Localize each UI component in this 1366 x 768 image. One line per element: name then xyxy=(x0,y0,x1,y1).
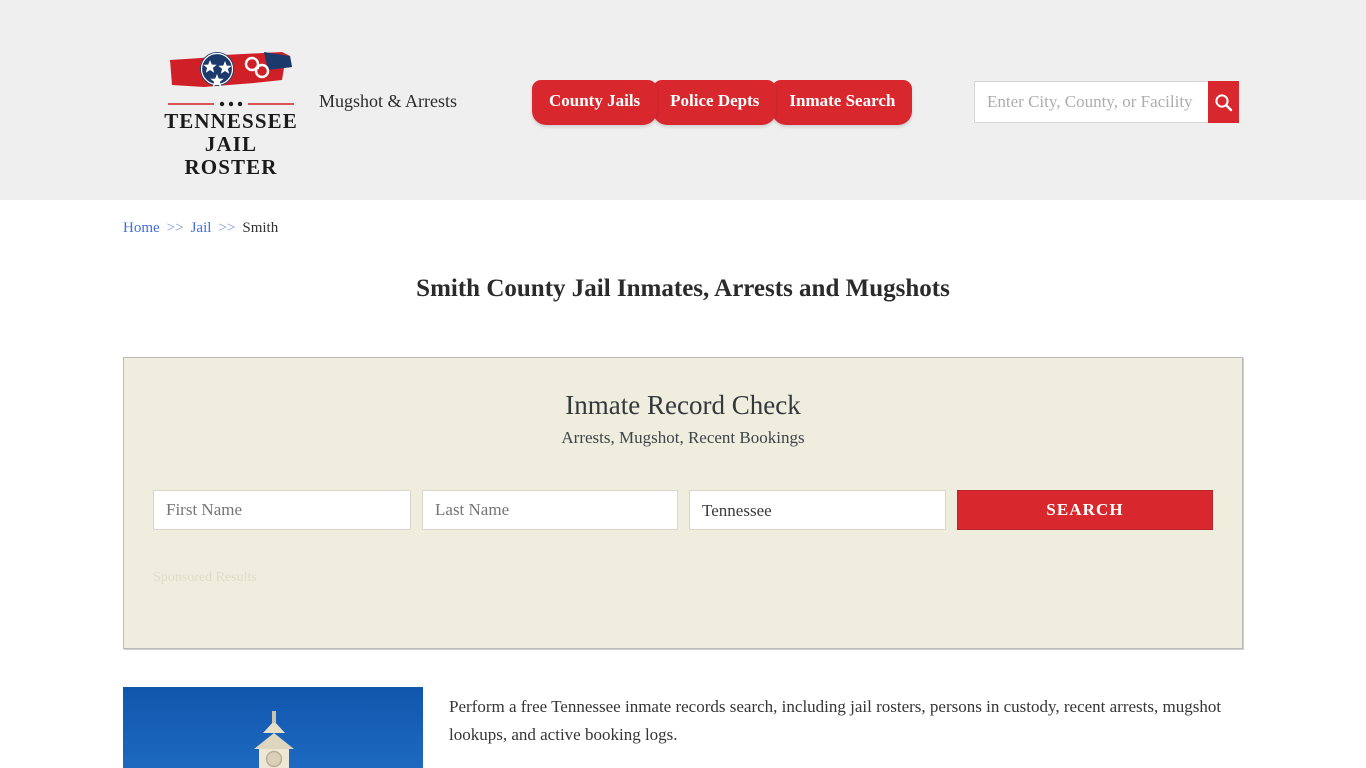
main-navigation: County Jails Police Depts Inmate Search xyxy=(532,80,913,125)
state-select[interactable]: Tennessee xyxy=(689,490,947,530)
sponsored-results-label: Sponsored Results xyxy=(153,570,257,585)
nav-tab-police-depts[interactable]: Police Depts xyxy=(653,80,777,125)
courthouse-image xyxy=(123,687,423,768)
article-section: Perform a free Tennessee inmate records … xyxy=(123,687,1243,768)
page-content: Home >> Jail >> Smith Smith County Jail Inma… xyxy=(123,200,1243,768)
inmate-record-check-panel: Inmate Record Check Arrests, Mugshot, Re… xyxy=(123,357,1243,649)
nav-tab-county-jails[interactable]: County Jails xyxy=(532,80,658,125)
page-title: Smith County Jail Inmates, Arrests and M… xyxy=(416,275,950,302)
breadcrumb-current: Smith xyxy=(242,220,279,236)
record-check-search-button[interactable]: SEARCH xyxy=(957,490,1213,530)
logo-text-line2: JAIL ROSTER xyxy=(184,132,278,179)
article-paragraph-1: Perform a free Tennessee inmate records … xyxy=(449,697,1222,744)
breadcrumb-link-jail[interactable]: Jail xyxy=(191,220,212,236)
first-name-input[interactable] xyxy=(153,490,412,530)
header-search-button[interactable] xyxy=(1208,81,1239,123)
site-header: TENNESSEE JAIL ROSTER Mugshot & Arrests … xyxy=(0,0,1366,200)
site-tagline: Mugshot & Arrests xyxy=(319,91,458,111)
search-icon xyxy=(1215,93,1233,111)
article-text: Perform a free Tennessee inmate records … xyxy=(449,687,1243,768)
record-check-title: Inmate Record Check xyxy=(565,390,801,420)
header-search-input[interactable] xyxy=(974,81,1208,123)
courthouse-photo-icon xyxy=(123,687,423,768)
record-check-subtitle: Arrests, Mugshot, Recent Bookings xyxy=(561,428,805,447)
site-logo[interactable]: TENNESSEE JAIL ROSTER xyxy=(156,47,306,179)
breadcrumb-link-home[interactable]: Home xyxy=(123,220,160,236)
breadcrumb-separator-1: >> xyxy=(166,220,184,236)
nav-tab-inmate-search[interactable]: Inmate Search xyxy=(772,80,913,125)
breadcrumb-separator-2: >> xyxy=(218,220,236,236)
breadcrumb: Home >> Jail >> Smith xyxy=(123,200,1243,237)
record-check-form: Tennessee SEARCH xyxy=(153,490,1213,530)
last-name-input[interactable] xyxy=(422,490,679,530)
header-search-form xyxy=(974,81,1239,123)
logo-divider-icon xyxy=(168,101,294,107)
logo-text-line1: TENNESSEE xyxy=(164,109,298,133)
tennessee-state-handcuffs-logo-icon xyxy=(169,52,292,87)
